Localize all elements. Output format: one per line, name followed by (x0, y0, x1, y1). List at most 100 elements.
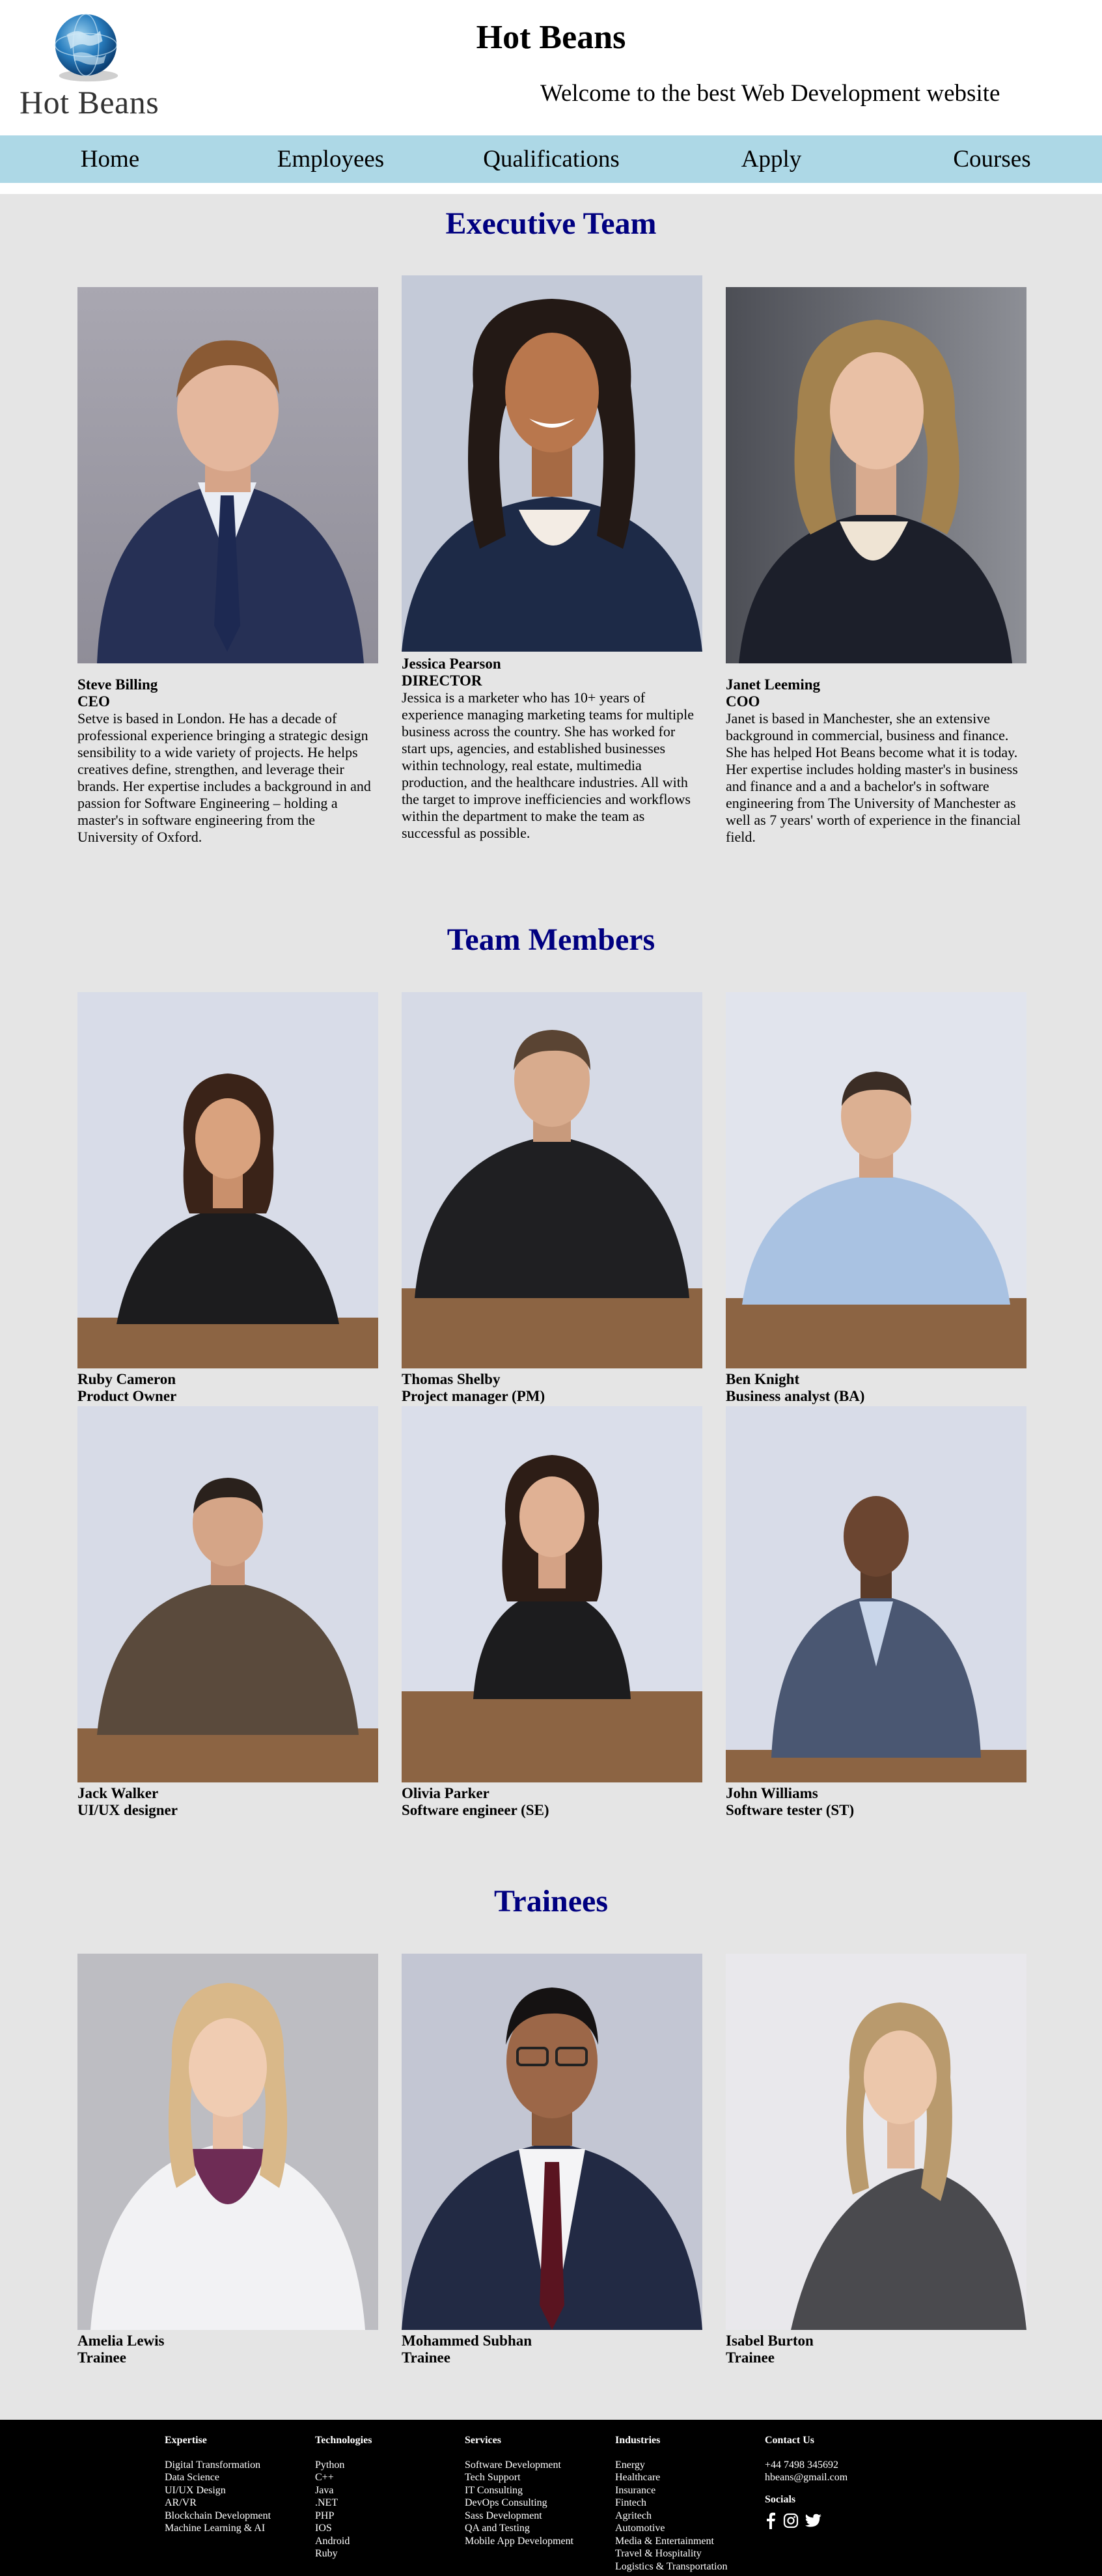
main-nav: Home Employees Qualifications Apply Cour… (0, 135, 1102, 183)
facebook-icon[interactable] (765, 2512, 777, 2529)
contact-email[interactable]: hbeans@gmail.com (765, 2471, 847, 2484)
footer-link[interactable]: QA and Testing (465, 2522, 573, 2535)
site-title: Hot Beans (476, 19, 626, 56)
footer-link[interactable]: PHP (315, 2510, 372, 2523)
member-name: Amelia Lewis (77, 2333, 165, 2349)
footer-technologies: Technologies Python C++ Java .NET PHP IO… (315, 2434, 372, 2560)
footer-heading: Contact Us (765, 2435, 814, 2446)
portrait-photo-jessica (402, 275, 702, 652)
member-bio: Setve is based in London. He has a decad… (77, 710, 371, 845)
footer-link[interactable]: Software Development (465, 2459, 573, 2472)
footer-link[interactable]: Machine Learning & AI (165, 2522, 271, 2535)
footer-link[interactable]: Data Science (165, 2471, 271, 2484)
member-role: UI/UX designer (77, 1802, 178, 1818)
portrait-photo-steve (77, 287, 378, 663)
site-header: Hot Beans Hot Beans Welcome to the best … (0, 0, 1102, 135)
footer-expertise: Expertise Digital Transformation Data Sc… (165, 2434, 271, 2535)
footer-link[interactable]: C++ (315, 2471, 372, 2484)
footer-link[interactable]: Java (315, 2484, 372, 2497)
executive-team-heading: Executive Team (445, 206, 657, 241)
nav-item-home[interactable]: Home (12, 135, 208, 183)
trainees-heading: Trainees (493, 1884, 609, 1918)
team-members-heading: Team Members (447, 922, 655, 957)
footer-link[interactable]: Android (315, 2535, 372, 2548)
nav-divider (0, 183, 1102, 194)
footer-industries: Industries Energy Healthcare Insurance F… (615, 2434, 727, 2573)
nav-item-apply[interactable]: Apply (674, 135, 869, 183)
portrait-photo-john (726, 1406, 1026, 1782)
member-name: Thomas Shelby (402, 1371, 501, 1387)
portrait-photo-mohammed (402, 1954, 702, 2330)
footer-link[interactable]: Energy (615, 2459, 727, 2472)
footer-link[interactable]: Agritech (615, 2510, 727, 2523)
socials-heading: Socials (765, 2493, 796, 2505)
member-name: Janet Leeming (726, 676, 821, 693)
member-name: John Williams (726, 1785, 818, 1801)
footer-link[interactable]: Tech Support (465, 2471, 573, 2484)
footer-services: Services Software Development Tech Suppo… (465, 2434, 573, 2547)
contact-phone[interactable]: +44 7498 345692 (765, 2459, 847, 2472)
member-name: Mohammed Subhan (402, 2333, 532, 2349)
social-links (765, 2512, 847, 2529)
footer-link[interactable]: Automotive (615, 2522, 727, 2535)
footer-link[interactable]: DevOps Consulting (465, 2497, 573, 2510)
portrait-photo-ruby (77, 992, 378, 1368)
nav-item-employees[interactable]: Employees (233, 135, 428, 183)
footer-link[interactable]: Ruby (315, 2547, 372, 2560)
portrait-photo-ben (726, 992, 1026, 1368)
footer-link[interactable]: .NET (315, 2497, 372, 2510)
member-name: Isabel Burton (726, 2333, 814, 2349)
footer-link[interactable]: Digital Transformation (165, 2459, 271, 2472)
footer-link[interactable]: Healthcare (615, 2471, 727, 2484)
member-name: Olivia Parker (402, 1785, 489, 1801)
footer-link[interactable]: IOS (315, 2522, 372, 2535)
member-role: Software engineer (SE) (402, 1802, 549, 1818)
footer-link[interactable]: Fintech (615, 2497, 727, 2510)
footer-contact: Contact Us +44 7498 345692 hbeans@gmail.… (765, 2434, 847, 2529)
member-name: Steve Billing (77, 676, 158, 693)
footer-heading: Services (465, 2435, 501, 2446)
member-role: COO (726, 693, 760, 710)
portrait-photo-jack (77, 1406, 378, 1782)
twitter-icon[interactable] (805, 2514, 822, 2528)
footer-link[interactable]: Sass Development (465, 2510, 573, 2523)
portrait-photo-isabel (726, 1954, 1026, 2330)
portrait-photo-amelia (77, 1954, 378, 2330)
logo-text[interactable]: Hot Beans (20, 83, 159, 121)
footer-link[interactable]: AR/VR (165, 2497, 271, 2510)
nav-item-courses[interactable]: Courses (894, 135, 1090, 183)
footer-link[interactable]: Logistics & Transportation (615, 2560, 727, 2573)
member-role: Project manager (PM) (402, 1388, 545, 1404)
footer-link[interactable]: IT Consulting (465, 2484, 573, 2497)
site-tagline: Welcome to the best Web Development webs… (540, 80, 1000, 107)
footer-heading: Expertise (165, 2435, 207, 2446)
member-name: Jack Walker (77, 1785, 159, 1801)
nav-item-qualifications[interactable]: Qualifications (454, 135, 649, 183)
footer-link[interactable]: Python (315, 2459, 372, 2472)
member-role: CEO (77, 693, 110, 710)
footer-link[interactable]: Media & Entertainment (615, 2535, 727, 2548)
footer-link[interactable]: Insurance (615, 2484, 727, 2497)
portrait-photo-olivia (402, 1406, 702, 1782)
member-role: DIRECTOR (402, 672, 482, 689)
portrait-photo-thomas (402, 992, 702, 1368)
footer-heading: Technologies (315, 2435, 372, 2446)
footer-link[interactable]: Travel & Hospitality (615, 2547, 727, 2560)
site-footer: Expertise Digital Transformation Data Sc… (0, 2420, 1102, 2576)
member-role: Product Owner (77, 1388, 177, 1404)
member-role: Trainee (726, 2349, 775, 2366)
footer-link[interactable]: Mobile App Development (465, 2535, 573, 2548)
member-name: Ruby Cameron (77, 1371, 176, 1387)
footer-link[interactable]: Blockchain Development (165, 2510, 271, 2523)
member-role: Business analyst (BA) (726, 1388, 865, 1404)
member-role: Trainee (77, 2349, 126, 2366)
member-name: Jessica Pearson (402, 656, 501, 672)
member-bio: Janet is based in Manchester, she an ext… (726, 710, 1021, 845)
portrait-photo-janet (726, 287, 1026, 663)
footer-heading: Industries (615, 2435, 661, 2446)
member-role: Trainee (402, 2349, 450, 2366)
member-role: Software tester (ST) (726, 1802, 855, 1818)
member-bio: Jessica is a marketer who has 10+ years … (402, 689, 695, 841)
instagram-icon[interactable] (783, 2513, 799, 2528)
footer-link[interactable]: UI/UX Design (165, 2484, 271, 2497)
